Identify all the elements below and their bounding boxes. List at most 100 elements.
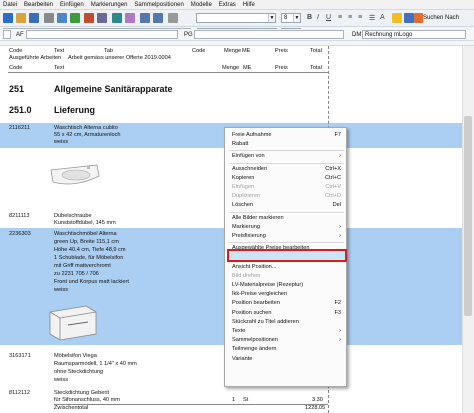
context-menu-item[interactable]: Einfügen Ctrl+V <box>226 183 347 192</box>
highlight-icon[interactable] <box>392 13 402 23</box>
bullet-list-icon[interactable]: ☰ <box>369 14 375 22</box>
search-label[interactable]: Suchen Nach <box>423 15 459 21</box>
align-left-icon[interactable]: ≡ <box>338 14 342 21</box>
context-menu-item[interactable]: Stückzahl zu Titel addieren <box>226 318 347 327</box>
align-center-icon[interactable]: ≡ <box>348 14 352 21</box>
subtotal-divider <box>54 404 328 405</box>
context-menu-item-label: LV-Materialpreise (Rezeptur) <box>232 282 304 288</box>
item-text-line: 1 Schublade, für Möbelsifon <box>54 255 124 261</box>
context-menu-item[interactable]: Teilmenge ändern <box>226 345 347 354</box>
search-icon[interactable] <box>414 13 423 23</box>
dm-label: DM <box>352 32 362 38</box>
context-menu-item[interactable]: Texte › <box>226 327 347 336</box>
af-color-field[interactable] <box>3 30 11 39</box>
dm-value: Rechnung mLogo <box>365 32 413 38</box>
context-menu-item-label: Stückzahl zu Titel addieren <box>232 318 299 325</box>
settings-icon[interactable] <box>168 13 178 23</box>
context-menu-item-label: Freie Aufnahme <box>232 132 272 138</box>
preview-icon[interactable] <box>57 13 67 23</box>
menu-extras[interactable]: Extras <box>219 2 236 8</box>
image-icon[interactable] <box>125 13 135 23</box>
underline-icon[interactable]: U <box>326 14 331 21</box>
highlighted-menu-item-frame <box>227 249 347 262</box>
col-total-2: Total <box>310 65 322 71</box>
text-color-icon[interactable]: A <box>380 14 385 21</box>
menu-bar: Datei Bearbeiten Einfügen Markierungen Samme… <box>0 0 474 10</box>
font-family-select[interactable]: ▼ <box>196 13 276 23</box>
context-menu-item[interactable]: Duplizieren Ctrl+D <box>226 192 347 201</box>
bold-icon[interactable]: B <box>307 14 312 21</box>
context-menu-item[interactable]: Markierung › <box>226 223 347 232</box>
context-menu-item-label: Ikk-Preise vergleichen <box>232 291 288 298</box>
add-position-icon[interactable] <box>70 13 80 23</box>
col-code-2: Code <box>9 65 23 71</box>
context-menu-item-label: Variante <box>232 355 253 362</box>
dm-select[interactable]: Rechnung mLogo <box>362 30 466 39</box>
calculator-icon[interactable] <box>112 13 122 23</box>
context-menu-item[interactable]: Sammelpositionen › <box>226 336 347 345</box>
menu-sammelpositionen[interactable]: Sammelpositionen <box>134 2 183 8</box>
menu-separator <box>229 242 344 244</box>
context-menu-item-label: Position bearbeiten <box>232 300 280 307</box>
copy-icon[interactable] <box>97 13 107 23</box>
context-menu-item[interactable]: LV-Materialpreise (Rezeptur) <box>226 281 347 290</box>
redo-icon[interactable] <box>153 13 163 23</box>
undo-icon[interactable] <box>140 13 150 23</box>
open-folder-icon[interactable] <box>16 13 26 23</box>
new-document-icon[interactable] <box>3 13 13 23</box>
col-preis-2: Preis <box>275 65 288 71</box>
context-menu-item[interactable]: Löschen Del <box>226 201 347 210</box>
context-menu-item-label: Kopieren <box>232 174 255 181</box>
context-menu-item[interactable]: Einfügen von › <box>226 152 347 161</box>
washbasin-image <box>50 164 100 185</box>
help-icon[interactable] <box>404 13 414 23</box>
menu-hilfe[interactable]: Hilfe <box>243 2 255 8</box>
item-code: 8112112 <box>9 390 30 396</box>
context-menu-item[interactable]: Freie Aufnahme F7 <box>226 131 347 140</box>
context-menu-item[interactable]: Kopieren Ctrl+C <box>226 174 347 183</box>
menu-separator <box>229 211 344 213</box>
item-text-line: mit Griff mattverchromt <box>54 263 111 269</box>
context-menu-item[interactable]: Ikk-Preise vergleichen <box>226 290 347 299</box>
item-code: 2116211 <box>9 125 30 131</box>
context-menu-item[interactable]: Ansicht Position... <box>226 263 347 272</box>
shortcut-label: Ctrl+C <box>324 174 341 181</box>
context-menu-item[interactable]: Bild drehen <box>226 272 347 281</box>
pg-select[interactable] <box>194 30 344 39</box>
item-total: 3.30 <box>312 397 323 403</box>
menu-markierungen[interactable]: Markierungen <box>91 2 128 8</box>
item-text-line: Front und Korpus matt lackiert <box>54 279 129 285</box>
af-select[interactable] <box>26 30 178 39</box>
header-left: Ausgeführte Arbeiten <box>9 55 62 61</box>
context-menu-item[interactable]: Position suchen F3 <box>226 309 347 318</box>
menu-modelle[interactable]: Modelle <box>191 2 212 8</box>
align-right-icon[interactable]: ≡ <box>358 14 362 21</box>
context-menu-item[interactable]: Ausschneiden Ctrl+X <box>226 165 347 174</box>
submenu-arrow-icon: › <box>339 337 341 344</box>
context-menu-item[interactable]: Alle Bilder markieren <box>226 214 347 223</box>
context-menu-item-label: Duplizieren <box>232 193 260 200</box>
col-me: ME <box>242 48 251 54</box>
shortcut-label: Ctrl+D <box>324 193 341 200</box>
menu-datei[interactable]: Datei <box>3 2 17 8</box>
delete-icon[interactable] <box>84 13 94 23</box>
item-menge: 1 <box>232 397 236 403</box>
italic-icon[interactable]: I <box>317 14 319 21</box>
context-menu-item[interactable]: Rabatt <box>226 140 347 149</box>
context-menu-item[interactable]: Preisfixierung › <box>226 232 347 241</box>
menu-separator <box>229 150 344 152</box>
print-icon[interactable] <box>44 13 54 23</box>
font-size-select[interactable]: 8 ▼ <box>281 13 301 23</box>
context-menu-item-label: Texte <box>232 328 246 334</box>
chevron-down-icon: ▼ <box>268 14 275 22</box>
item-text-line: ohne Steckdichtung <box>54 369 104 375</box>
scrollbar-thumb[interactable] <box>464 116 472 316</box>
menu-einfügen[interactable]: Einfügen <box>60 2 84 8</box>
context-menu-item-label: Einfügen <box>232 184 255 190</box>
submenu-arrow-icon: › <box>339 328 341 334</box>
context-menu-item[interactable]: Position bearbeiten F2 <box>226 299 347 308</box>
context-menu-item[interactable]: Variante <box>226 355 347 364</box>
save-icon[interactable] <box>29 13 39 23</box>
group-title: Lieferung <box>54 105 96 115</box>
menu-bearbeiten[interactable]: Bearbeiten <box>24 2 53 8</box>
